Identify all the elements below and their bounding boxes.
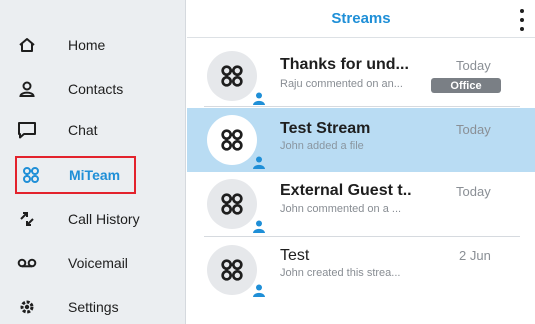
stream-date: Today <box>456 184 491 199</box>
stream-row[interactable]: Test John created this strea... 2 Jun <box>204 238 535 302</box>
status-badge: Office <box>431 78 501 93</box>
row-divider <box>204 236 520 237</box>
miteam-icon <box>221 129 243 151</box>
streams-header: Streams <box>187 0 535 38</box>
stream-date: Today <box>456 122 491 137</box>
sidebar-item-label: Settings <box>68 299 119 315</box>
sidebar-item-label: Chat <box>68 122 98 138</box>
sidebar-item-label: Contacts <box>68 81 124 97</box>
stream-name: Test Stream <box>280 120 371 137</box>
person-badge-icon <box>253 284 265 297</box>
sidebar-item-chat[interactable]: Chat <box>10 113 166 147</box>
stream-name: Test <box>280 247 310 264</box>
sidebar-item-label: Voicemail <box>68 255 128 271</box>
stream-date: 2 Jun <box>459 248 491 263</box>
person-badge-icon <box>253 92 265 105</box>
gear-icon <box>15 295 39 319</box>
row-divider <box>204 106 520 107</box>
miteam-icon <box>19 163 43 187</box>
stream-name: External Guest t.. <box>280 182 412 199</box>
miteam-icon <box>221 259 243 281</box>
kebab-menu-icon[interactable] <box>519 9 525 31</box>
page-title: Streams <box>331 10 391 27</box>
stream-avatar <box>207 245 257 295</box>
sidebar-item-call-history[interactable]: Call History <box>10 202 166 236</box>
call-history-icon <box>15 207 39 231</box>
voicemail-icon <box>15 251 39 275</box>
sidebar-item-miteam[interactable]: MiTeam <box>15 156 136 194</box>
stream-preview: John added a file <box>280 140 364 152</box>
stream-preview: John commented on a ... <box>280 203 402 215</box>
stream-row[interactable]: External Guest t.. John commented on a .… <box>204 172 535 236</box>
stream-row[interactable]: Test Stream John added a file Today <box>187 108 535 172</box>
sidebar-item-label: MiTeam <box>69 167 121 183</box>
stream-avatar <box>207 115 257 165</box>
stream-date: Today <box>456 58 491 73</box>
sidebar: Home Contacts Chat MiTeam Call History V… <box>0 0 186 324</box>
stream-avatar <box>207 179 257 229</box>
miteam-icon <box>221 193 243 215</box>
sidebar-item-label: Home <box>68 37 106 53</box>
miteam-icon <box>221 65 243 87</box>
stream-avatar <box>207 51 257 101</box>
person-icon <box>15 77 39 101</box>
sidebar-item-label: Call History <box>68 211 140 227</box>
stream-preview: John created this strea... <box>280 267 401 279</box>
stream-preview: Raju commented on an... <box>280 78 403 90</box>
home-icon <box>15 33 39 57</box>
sidebar-item-settings[interactable]: Settings <box>10 290 166 324</box>
stream-row[interactable]: Thanks for und... Raju commented on an..… <box>204 44 535 108</box>
person-badge-icon <box>253 156 265 169</box>
sidebar-item-home[interactable]: Home <box>10 28 166 62</box>
chat-bubble-icon <box>15 118 39 142</box>
person-badge-icon <box>253 220 265 233</box>
sidebar-item-voicemail[interactable]: Voicemail <box>10 246 166 280</box>
sidebar-item-contacts[interactable]: Contacts <box>10 72 166 106</box>
stream-name: Thanks for und... <box>280 56 409 73</box>
